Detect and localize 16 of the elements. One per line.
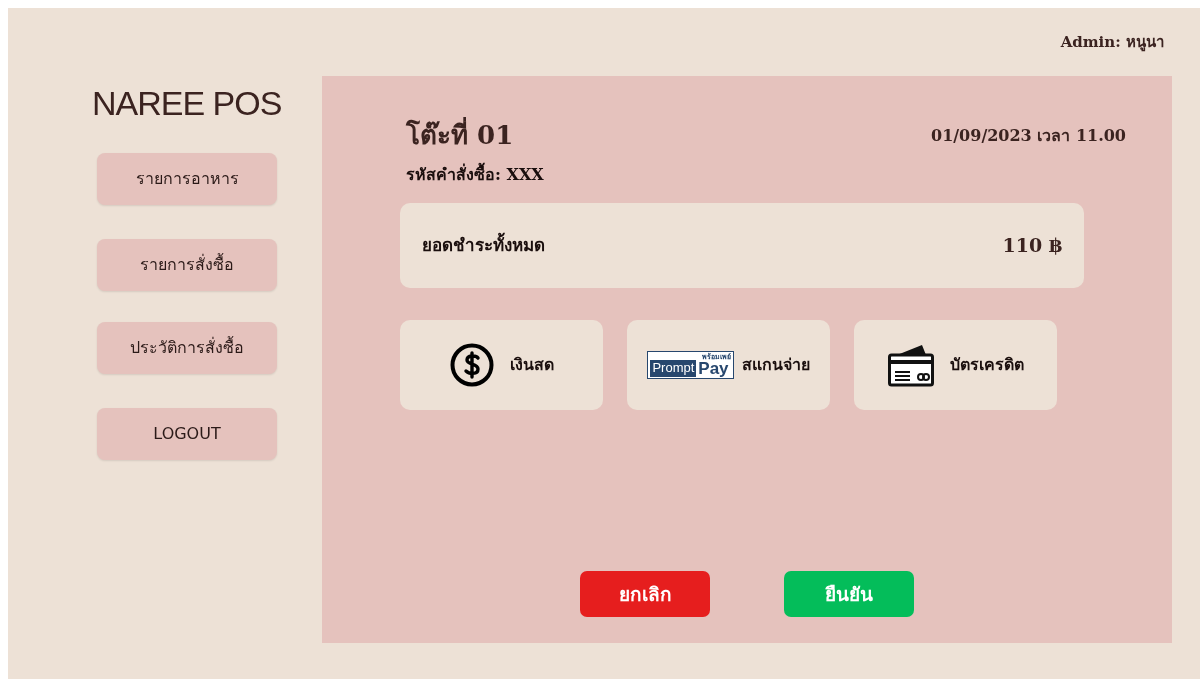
cancel-button[interactable]: ยกเลิก (580, 571, 710, 617)
order-datetime: 01/09/2023 เวลา 11.00 (931, 124, 1126, 147)
sidebar-item[interactable]: ประวัติการสั่งซื้อ (97, 322, 277, 374)
credit-card-icon (887, 343, 934, 387)
payment-option[interactable]: เงินสด (400, 320, 603, 410)
app-logo: NAREE POS (92, 83, 283, 124)
sidebar-item[interactable]: LOGOUT (97, 408, 277, 460)
user-label: Admin: หนูนา (1060, 31, 1164, 54)
sidebar-item[interactable]: รายการอาหาร (97, 153, 277, 205)
order-code: รหัสคำสั่งซื้อ: XXX (406, 163, 1126, 187)
total-label: ยอดชำระทั้งหมด (422, 232, 545, 257)
table-title: โต๊ะที่ 01 (406, 116, 514, 155)
total-amount: 110 ฿ (1002, 233, 1062, 259)
dollar-icon (449, 343, 494, 387)
sidebar-item[interactable]: รายการสั่งซื้อ (97, 239, 277, 291)
payment-option[interactable]: บัตรเครดิต (854, 320, 1057, 410)
